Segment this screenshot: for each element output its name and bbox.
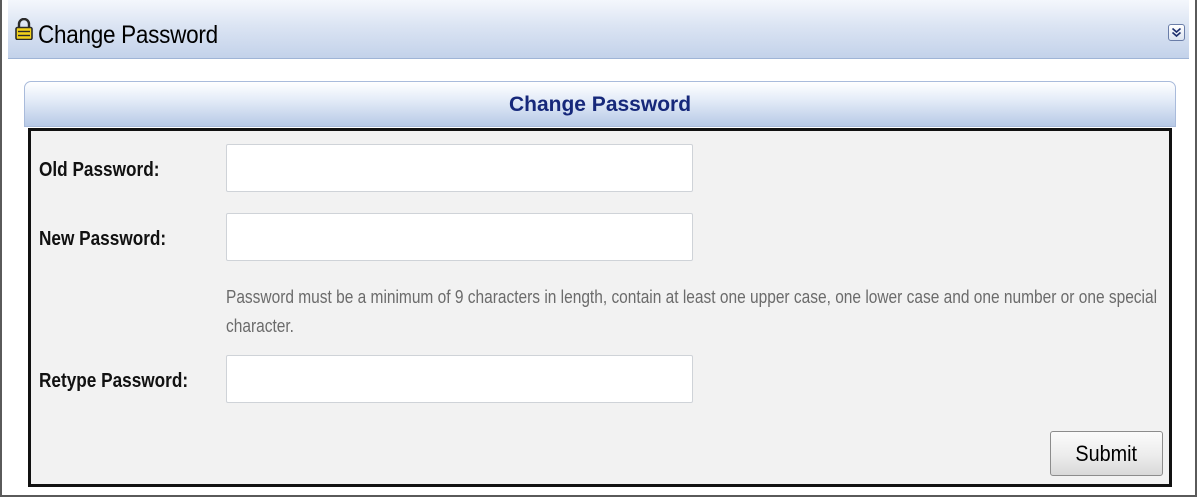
- submit-button[interactable]: Submit: [1050, 431, 1163, 476]
- panel-header: Change Password: [24, 81, 1176, 127]
- submit-button-label: Submit: [1075, 440, 1138, 466]
- old-password-label: Old Password:: [39, 159, 160, 181]
- window-title: Change Password: [38, 21, 218, 49]
- password-requirements-hint: Password must be a minimum of 9 characte…: [226, 287, 1158, 336]
- lock-icon: [14, 17, 34, 41]
- retype-password-field[interactable]: [226, 355, 693, 403]
- old-password-field[interactable]: [226, 144, 693, 192]
- change-password-form: Old Password: New Password: Password mus…: [28, 128, 1172, 487]
- change-password-panel: Change Password Old Password: New Passwo…: [24, 81, 1176, 487]
- new-password-field[interactable]: [226, 213, 693, 261]
- retype-password-label: Retype Password:: [39, 370, 189, 392]
- new-password-label: New Password:: [39, 228, 167, 250]
- collapse-icon[interactable]: [1168, 24, 1185, 41]
- window-frame: Change Password Change Password Old Pass…: [0, 0, 1197, 497]
- panel-title: Change Password: [508, 93, 692, 116]
- window-titlebar: Change Password: [8, 0, 1189, 59]
